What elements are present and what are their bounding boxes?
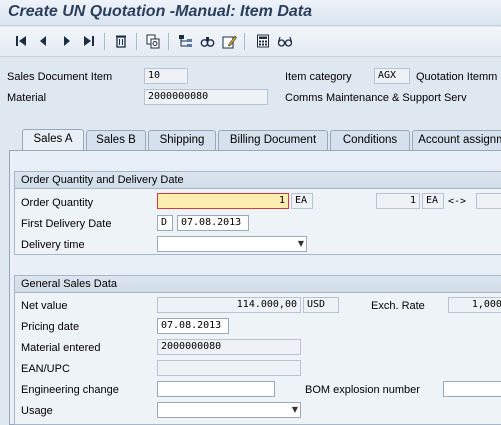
engineering-change-label: Engineering change <box>21 384 119 396</box>
copy-icon[interactable] <box>144 32 162 50</box>
currency-field[interactable]: USD <box>303 297 339 313</box>
bom-explosion-number-label: BOM explosion number <box>305 384 420 396</box>
tab-shipping[interactable]: Shipping <box>148 130 216 150</box>
general-sales-data-group: General Sales Data Net value 114.000,00 … <box>14 275 501 425</box>
item-category-label: Item category <box>285 71 352 83</box>
calculator-icon[interactable] <box>254 32 272 50</box>
chevron-down-icon[interactable]: ▼ <box>292 403 298 417</box>
tab-billing-document[interactable]: Billing Document <box>218 130 328 150</box>
first-delivery-date-input[interactable]: 07.08.2013 <box>177 215 249 231</box>
edit-icon[interactable] <box>220 32 238 50</box>
pricing-date-label: Pricing date <box>21 321 80 333</box>
ean-upc-field[interactable] <box>157 360 301 376</box>
ean-upc-label: EAN/UPC <box>21 363 70 375</box>
delivery-time-label: Delivery time <box>21 239 85 251</box>
usage-select[interactable]: ▼ <box>157 402 301 418</box>
item-category-description: Quotation Itemm <box>416 71 498 83</box>
page-title: Create UN Quotation -Manual: Item Data <box>8 3 313 20</box>
material-label: Material <box>7 92 47 104</box>
exchange-rate-field[interactable]: 1,00000 <box>448 297 501 313</box>
order-quantity-group: Order Quantity and Delivery Date Order Q… <box>14 171 501 255</box>
tab-sales-b[interactable]: Sales B <box>86 130 146 150</box>
application-toolbar <box>0 27 501 57</box>
first-delivery-date-label: First Delivery Date <box>21 218 112 230</box>
conversion-quantity[interactable]: 1 <box>376 193 420 209</box>
material-entered-field[interactable]: 2000000080 <box>157 339 301 355</box>
hierarchy-icon[interactable] <box>176 32 194 50</box>
sales-doc-item-field[interactable]: 10 <box>144 68 188 84</box>
toolbar-separator <box>136 33 137 50</box>
tab-strip: Sales A Sales B Shipping Billing Documen… <box>0 129 501 151</box>
engineering-change-input[interactable] <box>157 381 275 397</box>
group-title: General Sales Data <box>15 276 501 293</box>
conversion-arrow: <-> <box>448 196 467 207</box>
glasses-icon[interactable] <box>276 32 294 50</box>
delivery-time-select[interactable]: ▼ <box>157 236 307 252</box>
find-icon[interactable] <box>198 32 216 50</box>
material-entered-label: Material entered <box>21 342 101 354</box>
first-page-icon[interactable] <box>12 32 30 50</box>
group-title: Order Quantity and Delivery Date <box>15 172 501 189</box>
tab-panel-sales-a: Order Quantity and Delivery Date Order Q… <box>9 150 501 425</box>
date-type-field[interactable]: D <box>157 215 173 231</box>
tab-conditions[interactable]: Conditions <box>330 130 410 150</box>
material-field[interactable]: 2000000080 <box>144 89 268 105</box>
order-quantity-label: Order Quantity <box>21 197 94 209</box>
next-page-icon[interactable] <box>58 32 76 50</box>
previous-page-icon[interactable] <box>34 32 52 50</box>
conversion-unit[interactable]: EA <box>422 193 444 209</box>
net-value-field[interactable]: 114.000,00 <box>157 297 301 313</box>
title-bar: Create UN Quotation -Manual: Item Data <box>0 0 501 26</box>
material-description: Comms Maintenance & Support Serv <box>285 92 467 104</box>
toolbar-separator <box>244 33 245 50</box>
usage-label: Usage <box>21 405 53 417</box>
conversion-target-field[interactable] <box>476 193 501 209</box>
last-page-icon[interactable] <box>80 32 98 50</box>
toolbar-separator <box>104 33 105 50</box>
sales-doc-item-label: Sales Document Item <box>7 71 113 83</box>
chevron-down-icon[interactable]: ▼ <box>298 237 304 251</box>
delete-icon[interactable] <box>112 32 130 50</box>
tab-sales-a[interactable]: Sales A <box>22 129 84 151</box>
toolbar-separator <box>168 33 169 50</box>
exchange-rate-label: Exch. Rate <box>371 300 425 312</box>
tab-account-assignment[interactable]: Account assignm <box>412 130 501 150</box>
order-quantity-unit[interactable]: EA <box>291 193 313 209</box>
order-quantity-input[interactable]: 1 <box>157 193 289 209</box>
bom-explosion-number-input[interactable] <box>443 381 501 397</box>
net-value-label: Net value <box>21 300 68 312</box>
item-category-field[interactable]: AGX <box>374 68 410 84</box>
pricing-date-input[interactable]: 07.08.2013 <box>157 318 229 334</box>
